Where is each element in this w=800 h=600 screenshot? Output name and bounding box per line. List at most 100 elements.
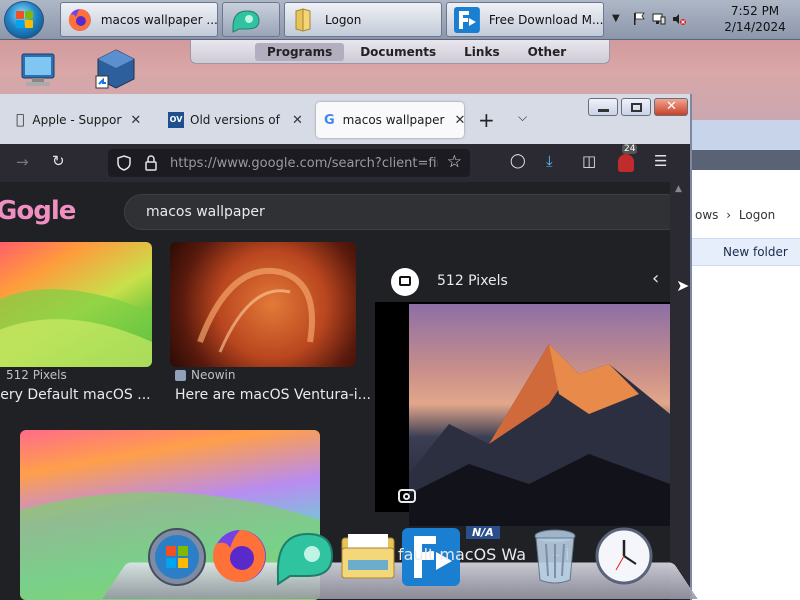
sonoma-wallpaper-image	[0, 289, 152, 367]
google-doodle-logo[interactable]: Gogle	[0, 196, 79, 226]
explorer-toolbar	[691, 150, 800, 170]
close-tab-icon[interactable]: ✕	[454, 113, 465, 128]
firefox-icon	[68, 8, 91, 31]
recycle-bin-icon	[534, 529, 576, 584]
dock-app[interactable]	[272, 526, 336, 590]
overlay-title-text: fault macOS Wa	[398, 545, 527, 564]
download-manager-icon	[453, 6, 480, 33]
new-tab-icon[interactable]: +	[478, 108, 495, 132]
bookmark-star-icon[interactable]: ☆	[447, 152, 462, 172]
computer-icon	[21, 53, 55, 86]
launcher-item-programs[interactable]: Programs	[255, 42, 345, 61]
volume-muted-icon[interactable]	[672, 12, 686, 26]
mountain-image	[409, 344, 670, 526]
breadcrumb-current[interactable]: Logon	[739, 208, 775, 222]
dock-explorer[interactable]	[338, 526, 402, 590]
tab-apple-support[interactable]:  Apple - Support - ✕	[16, 102, 152, 138]
addon-icon[interactable]	[618, 154, 634, 172]
url-bar[interactable]: https://www.google.com/search?client=fir…	[108, 149, 470, 177]
search-input[interactable]: macos wallpaper	[124, 194, 684, 230]
tray-chevron-icon[interactable]: ▼	[612, 13, 626, 27]
visual-search-icon[interactable]	[398, 489, 416, 503]
clock-date: 2/14/2024	[724, 20, 786, 34]
downloads-icon[interactable]: ⤓	[546, 152, 553, 170]
scrollbar[interactable]: ▲	[670, 182, 690, 600]
list-tabs-icon[interactable]: ⌵	[518, 110, 527, 125]
extensions-icon[interactable]: ◫	[582, 152, 596, 170]
windows-orb-icon	[148, 528, 206, 586]
clock-icon	[595, 527, 653, 585]
windows-logo-icon	[16, 11, 34, 29]
taskbar-button-firefox[interactable]: macos wallpaper ...	[60, 2, 218, 37]
result-title[interactable]: very Default macOS ...	[0, 387, 151, 403]
launcher-bar: Programs Documents Links Other	[190, 40, 610, 64]
addon-badge: 24	[622, 144, 638, 154]
clock[interactable]: 7:52 PM 2/14/2024	[720, 3, 790, 35]
folder-icon	[341, 534, 395, 579]
close-tab-icon[interactable]: ✕	[130, 113, 141, 128]
mouse-cursor-icon: ➤	[676, 276, 690, 295]
taskbar-button-fdm[interactable]: Free Download M...	[446, 2, 604, 37]
taskbar-button-label: Free Download M...	[488, 12, 603, 27]
taskbar-button-app[interactable]	[222, 2, 280, 37]
taskbar-button-logon[interactable]: Logon	[284, 2, 442, 37]
tab-macos-wallpaper[interactable]: G macos wallpaper ✕	[316, 102, 465, 138]
tab-label: Apple - Support -	[24, 113, 122, 127]
new-folder-button[interactable]: New folder	[691, 238, 800, 266]
dock-recycle-bin[interactable]	[530, 526, 594, 590]
breadcrumb-prev[interactable]: ows	[695, 208, 718, 222]
preview-header: 512 Pixels ‹	[375, 260, 670, 302]
result-image[interactable]	[170, 242, 356, 367]
folder-icon	[295, 7, 311, 32]
app-icon	[232, 9, 260, 33]
chevron-left-icon[interactable]: ‹	[652, 268, 659, 289]
scroll-up-icon[interactable]: ▲	[675, 184, 682, 194]
dock-firefox[interactable]	[210, 526, 274, 590]
explorer-window: ows › Logon New folder	[690, 120, 800, 600]
navigation-toolbar: → ↻ https://www.google.com/search?client…	[0, 144, 690, 182]
dock-clock[interactable]	[594, 526, 658, 590]
maximize-button[interactable]	[621, 98, 651, 116]
firefox-icon	[213, 530, 266, 582]
reload-icon[interactable]: ↻	[52, 152, 65, 170]
result-source: Neowin	[191, 368, 236, 382]
preview-image[interactable]	[409, 304, 670, 526]
close-tab-icon[interactable]: ✕	[292, 113, 303, 128]
network-icon[interactable]	[652, 12, 666, 26]
result-source: 512 Pixels	[6, 368, 67, 382]
dock-badge: N/A	[466, 526, 500, 539]
taskbar-button-label: Logon	[325, 12, 362, 27]
lock-icon[interactable]	[144, 155, 158, 171]
close-icon: ✕	[666, 99, 677, 114]
launcher-item-links[interactable]: Links	[452, 43, 511, 61]
breadcrumb: ows › Logon	[695, 208, 775, 222]
preview-source-name[interactable]: 512 Pixels	[437, 273, 508, 289]
source-favicon[interactable]	[391, 268, 419, 296]
tab-old-versions[interactable]: OV Old versions of WI ✕	[168, 102, 304, 138]
search-query: macos wallpaper	[146, 204, 265, 220]
logo-text: Gogle	[0, 196, 76, 226]
clock-time: 7:52 PM	[730, 4, 780, 18]
google-icon: G	[324, 112, 335, 128]
menu-icon[interactable]: ☰	[654, 152, 667, 170]
url-text: https://www.google.com/search?client=fir…	[170, 156, 438, 171]
taskbar-button-label: macos wallpaper ...	[100, 12, 217, 27]
start-button[interactable]	[4, 1, 44, 39]
shield-icon[interactable]	[116, 155, 132, 171]
close-button[interactable]: ✕	[654, 98, 688, 116]
pocket-icon[interactable]: ◯	[510, 153, 526, 169]
dock-windows-start[interactable]	[146, 526, 210, 590]
ov-icon: OV	[168, 112, 184, 128]
launcher-item-other[interactable]: Other	[516, 43, 579, 61]
minimize-button[interactable]	[588, 98, 618, 116]
monitor-icon	[399, 276, 411, 286]
firefox-window:  Apple - Support - ✕ OV Old versions of…	[0, 94, 692, 600]
forward-icon[interactable]: →	[16, 153, 29, 171]
app-icon	[276, 532, 334, 586]
computer-desktop-icon[interactable]	[16, 48, 60, 92]
virtualbox-desktop-icon[interactable]	[94, 46, 138, 92]
result-image[interactable]	[0, 242, 152, 367]
result-title[interactable]: Here are macOS Ventura-i...	[175, 387, 371, 403]
launcher-item-documents[interactable]: Documents	[348, 43, 448, 61]
flag-icon[interactable]	[632, 12, 646, 26]
